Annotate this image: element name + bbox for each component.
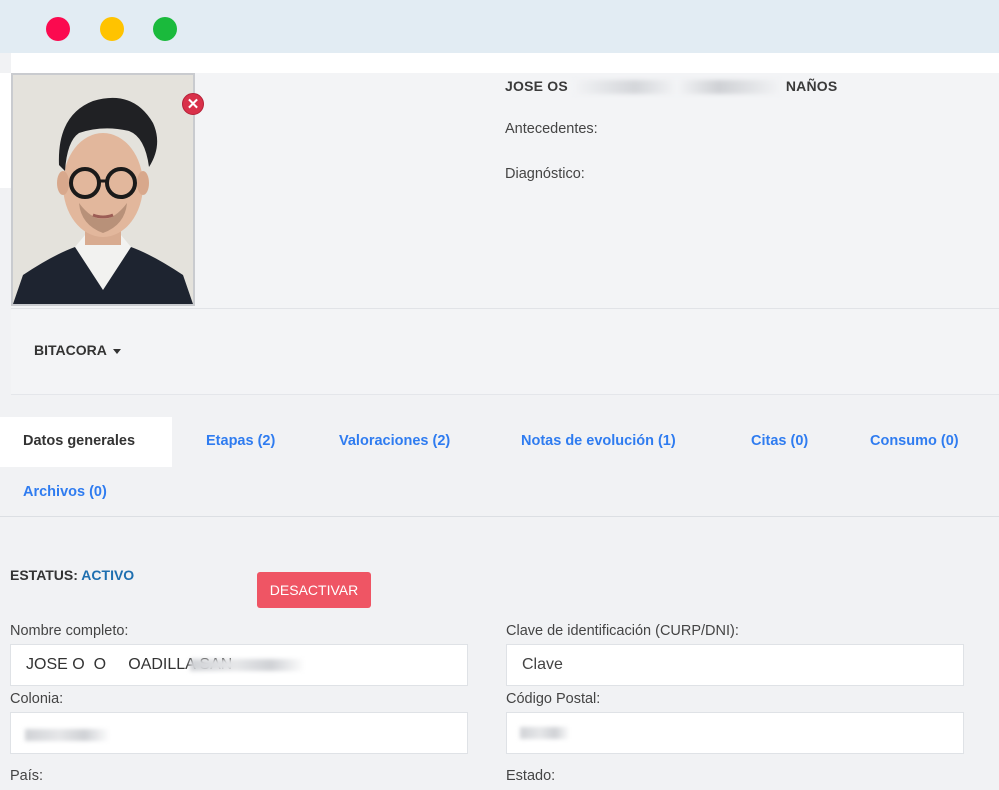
tab-consumo[interactable]: Consumo (0) bbox=[870, 433, 959, 449]
minimize-window-button[interactable] bbox=[100, 17, 124, 41]
patient-name: JOSE OS NAÑOS bbox=[505, 78, 838, 95]
tab-archivos[interactable]: Archivos (0) bbox=[23, 484, 107, 500]
maximize-window-button[interactable] bbox=[153, 17, 177, 41]
tabs-bar: Datos generales Etapas (2) Valoraciones … bbox=[0, 395, 999, 517]
name-redaction bbox=[571, 80, 782, 95]
colonia-redaction bbox=[25, 729, 110, 741]
left-gap bbox=[0, 73, 11, 188]
patient-photo bbox=[11, 73, 195, 306]
antecedentes-label: Antecedentes: bbox=[505, 121, 598, 137]
codigo-postal-redaction bbox=[520, 727, 570, 739]
tab-etapas[interactable]: Etapas (2) bbox=[206, 433, 275, 449]
clave-label: Clave de identificación (CURP/DNI): bbox=[506, 623, 739, 639]
estado-label: Estado: bbox=[506, 768, 556, 784]
nombre-redaction bbox=[190, 659, 305, 671]
deactivate-button[interactable]: DESACTIVAR bbox=[257, 572, 371, 608]
bitacora-label: BITACORA bbox=[34, 342, 107, 358]
pais-label: País: bbox=[10, 768, 44, 784]
bitacora-dropdown[interactable]: BITACORA bbox=[34, 342, 121, 358]
clave-input[interactable] bbox=[506, 644, 964, 686]
codigo-postal-label: Código Postal: bbox=[506, 691, 601, 707]
top-strip bbox=[11, 53, 999, 73]
tab-notas-evolucion[interactable]: Notas de evolución (1) bbox=[521, 433, 676, 449]
tab-citas[interactable]: Citas (0) bbox=[751, 433, 808, 449]
patient-name-prefix: JOSE OS bbox=[505, 78, 568, 94]
window-titlebar bbox=[0, 0, 999, 53]
tab-valoraciones[interactable]: Valoraciones (2) bbox=[339, 433, 450, 449]
status-label: ESTATUS: bbox=[10, 567, 78, 583]
colonia-label: Colonia: bbox=[10, 691, 64, 707]
caret-down-icon bbox=[112, 348, 121, 354]
patient-name-suffix: NAÑOS bbox=[785, 78, 838, 94]
remove-photo-icon[interactable]: ✕ bbox=[182, 93, 204, 115]
tab-datos-generales[interactable]: Datos generales bbox=[0, 417, 172, 467]
nombre-label: Nombre completo: bbox=[10, 623, 129, 639]
codigo-postal-input[interactable] bbox=[506, 712, 964, 754]
diagnostico-label: Diagnóstico: bbox=[505, 166, 585, 182]
close-window-button[interactable] bbox=[46, 17, 70, 41]
status-value: ACTIVO bbox=[81, 567, 135, 583]
profile-divider bbox=[11, 308, 999, 309]
status-indicator: ESTATUS: ACTIVO bbox=[10, 567, 134, 583]
